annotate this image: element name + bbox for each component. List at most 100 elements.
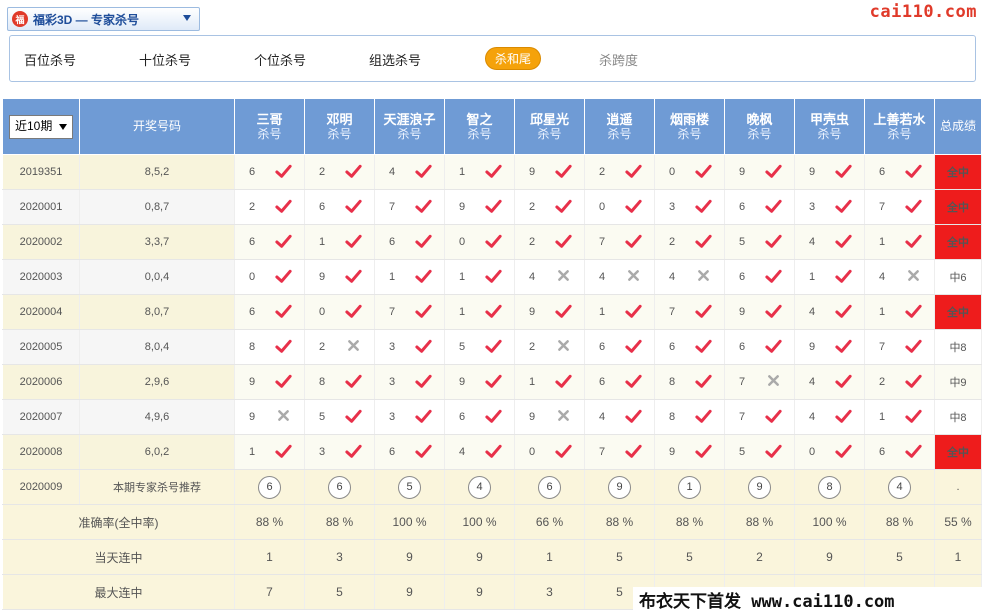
recommend-cell: 6 [304,469,375,505]
kill-number: 9 [809,166,816,178]
draw-numbers-cell: 8,0,7 [79,294,235,330]
kill-number: 7 [389,201,396,213]
expert-header[interactable]: 晚枫 杀号 [724,98,795,155]
kill-number: 1 [809,271,816,283]
kill-number: 6 [249,236,256,248]
tab-units-kill[interactable]: 个位杀号 [254,50,306,69]
stat-cell: 88 % [864,504,935,540]
kill-number: 9 [249,411,256,423]
tab-group-kill[interactable]: 组选杀号 [369,50,421,69]
check-icon [485,198,502,215]
recommend-number: 8 [818,475,841,499]
kill-number: 9 [459,201,466,213]
check-icon [625,408,642,425]
kill-number: 7 [739,376,746,388]
expert-header[interactable]: 智之 杀号 [444,98,515,155]
chevron-down-icon[interactable] [183,15,191,21]
tab-hundreds-kill[interactable]: 百位杀号 [24,50,76,69]
check-icon [695,443,712,460]
kill-number: 7 [599,446,606,458]
draw-numbers-cell: 3,3,7 [79,224,235,260]
kill-number: 2 [529,341,536,353]
check-icon [345,163,362,180]
period-cell: 2020007 [2,399,80,435]
kill-number: 8 [249,341,256,353]
tab-sum-tail-kill[interactable]: 杀和尾 [485,47,542,70]
dropdown-arrow-icon [59,123,67,130]
lottery-select[interactable]: 福 福彩3D — 专家杀号 [7,7,200,31]
check-icon [625,163,642,180]
stat-cell: 9 [444,574,515,610]
check-icon [905,163,922,180]
total-result-cell: 中8 [934,329,982,365]
check-icon [835,233,852,250]
kill-cell: 6 [724,189,795,225]
stat-cell: 2 [724,539,795,575]
check-icon [835,408,852,425]
check-icon [765,338,782,355]
kill-cell: 1 [234,434,305,470]
kill-number: 6 [249,166,256,178]
expert-sub: 杀号 [747,126,772,141]
expert-sub: 杀号 [607,126,632,141]
check-icon [555,373,572,390]
period-select[interactable]: 近10期 [9,114,73,139]
check-icon [835,373,852,390]
expert-header[interactable]: 逍遥 杀号 [584,98,655,155]
expert-header[interactable]: 三哥 杀号 [234,98,305,155]
kill-cell: 4 [794,224,865,260]
expert-header[interactable]: 烟雨楼 杀号 [654,98,725,155]
kill-cell: 6 [374,224,445,260]
expert-header[interactable]: 邱星光 杀号 [514,98,585,155]
total-result-cell: 中9 [934,364,982,400]
kill-cell: 7 [864,189,935,225]
table-row: 2020007 4,9,6 9 5 3 6 9 4 8 7 4 1 中8 [2,399,982,435]
check-icon [695,338,712,355]
kill-cell: 1 [444,259,515,295]
stat-cell: 3 [304,539,375,575]
kill-number: 1 [599,306,606,318]
stat-row: 准确率(全中率) 88 % 88 % 100 % 100 % 66 % 88 % 88 % 88… [2,504,982,540]
kill-cell: 3 [374,329,445,365]
expert-header[interactable]: 上善若水 杀号 [864,98,935,155]
kill-number: 1 [389,271,396,283]
period-cell: 2020002 [2,224,80,260]
check-icon [625,443,642,460]
check-icon [765,268,782,285]
period-cell: 2020009 [2,469,80,505]
check-icon [765,233,782,250]
kill-cell: 0 [514,434,585,470]
kill-number: 6 [739,201,746,213]
expert-header[interactable]: 甲壳虫 杀号 [794,98,865,155]
tab-span-kill[interactable]: 杀跨度 [599,50,638,69]
kill-number: 1 [879,306,886,318]
recommend-number: 6 [538,475,561,499]
kill-number: 1 [879,236,886,248]
check-icon [415,198,432,215]
check-icon [485,443,502,460]
tab-tens-kill[interactable]: 十位杀号 [139,50,191,69]
kill-number: 6 [669,341,676,353]
check-icon [835,198,852,215]
check-icon [555,233,572,250]
kill-cell: 8 [304,364,375,400]
check-icon [345,303,362,320]
check-icon [695,198,712,215]
check-icon [835,443,852,460]
kill-number: 0 [599,201,606,213]
kill-cell: 2 [584,154,655,190]
stat-total: 55 % [934,504,982,540]
check-icon [415,303,432,320]
stat-cell: 9 [444,539,515,575]
recommend-number: 1 [678,475,701,499]
cross-icon [555,268,572,285]
cross-icon [905,268,922,285]
check-icon [345,373,362,390]
stat-total: 1 [934,539,982,575]
kill-cell: 3 [654,189,725,225]
stat-cell: 1 [514,539,585,575]
stat-cell: 5 [864,539,935,575]
expert-header[interactable]: 邓明 杀号 [304,98,375,155]
expert-header[interactable]: 天涯浪子 杀号 [374,98,445,155]
kill-number: 4 [459,446,466,458]
